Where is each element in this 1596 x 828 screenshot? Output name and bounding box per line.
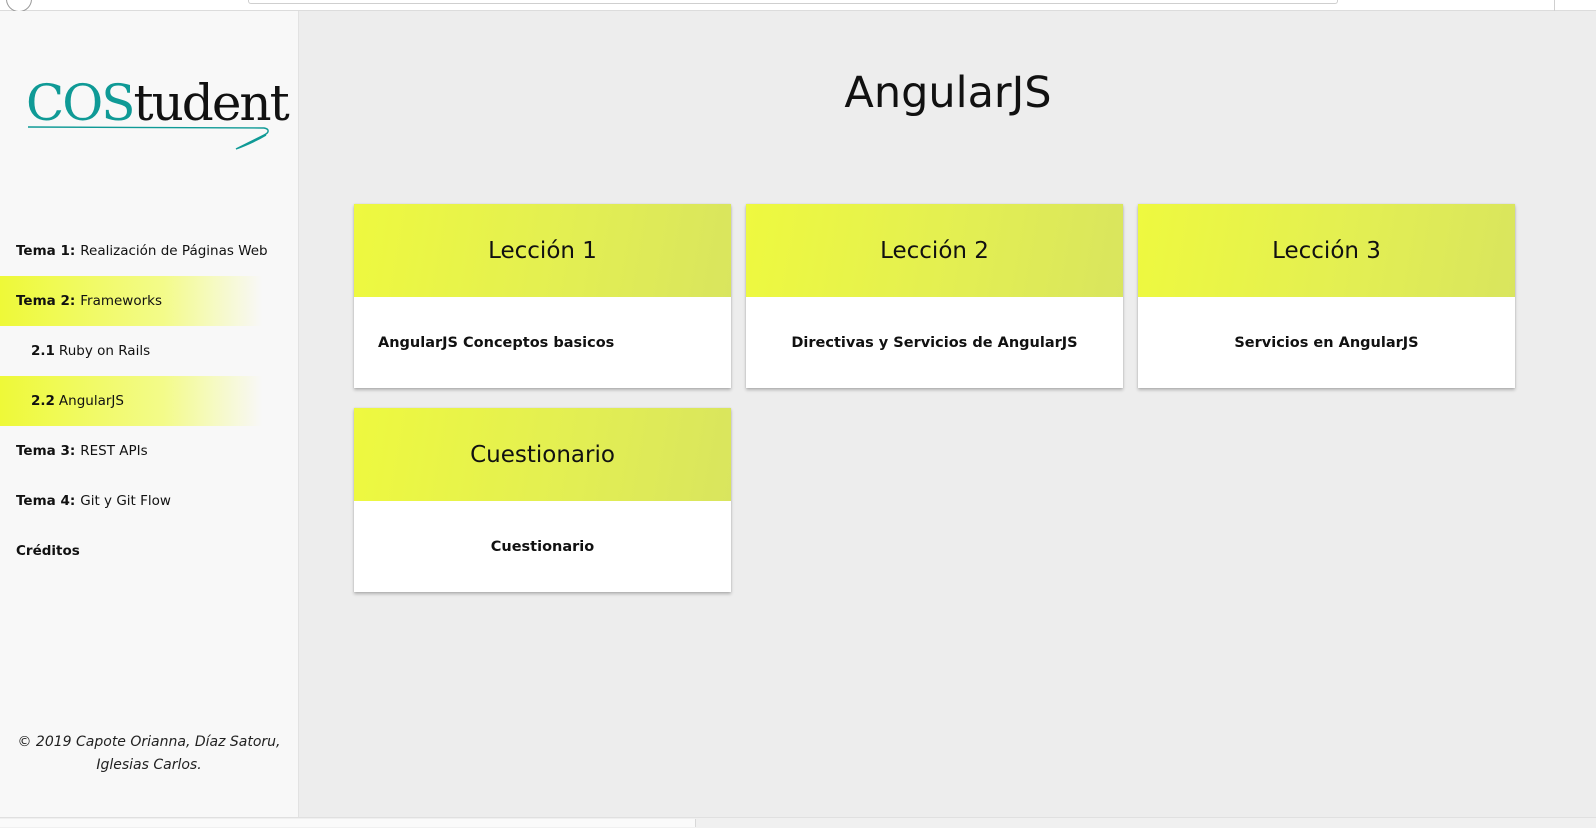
- nav-number: 2.2: [31, 393, 55, 409]
- nav-label: Créditos: [16, 543, 80, 559]
- sidebar-item-tema-4[interactable]: Tema 4: Git y Git Flow: [0, 476, 298, 526]
- card-body: Cuestionario: [490, 538, 595, 555]
- card-body: Servicios en AngularJS: [1234, 334, 1419, 351]
- costudent-logo[interactable]: COStudent: [26, 73, 290, 163]
- nav-separator: :: [69, 243, 76, 259]
- lesson-card-1[interactable]: Lección 1 AngularJS Conceptos basicos: [354, 204, 731, 388]
- logo-swoosh-icon: [27, 126, 269, 150]
- scrollbar-thumb[interactable]: [0, 819, 696, 827]
- sidebar-item-ruby-on-rails[interactable]: 2.1 Ruby on Rails: [0, 326, 298, 376]
- toolbar-separator: [1554, 0, 1555, 11]
- sidebar-item-angularjs[interactable]: 2.2 AngularJS: [0, 376, 298, 426]
- nav-label: Frameworks: [80, 293, 163, 309]
- sidebar: COStudent Tema 1: Realización de Páginas …: [0, 11, 299, 817]
- sidebar-item-tema-3[interactable]: Tema 3: REST APIs: [0, 426, 298, 476]
- card-header: Lección 3: [1138, 204, 1515, 297]
- horizontal-scrollbar[interactable]: [0, 817, 1596, 828]
- browser-top-bar: [0, 0, 1596, 12]
- nav-label: REST APIs: [80, 443, 148, 459]
- nav-label: Ruby on Rails: [58, 343, 151, 359]
- nav-separator: :: [69, 493, 76, 509]
- card-header: Lección 1: [354, 204, 731, 297]
- footer-credits-line-1: © 2019 Capote Orianna, Díaz Satoru,: [17, 734, 281, 750]
- sidebar-footer: © 2019 Capote Orianna, Díaz Satoru, Igle…: [0, 731, 298, 777]
- nav-number: Tema 2: [16, 293, 70, 309]
- card-body: Directivas y Servicios de AngularJS: [791, 334, 1078, 351]
- sidebar-item-creditos[interactable]: Créditos: [0, 526, 298, 576]
- footer-credits-line-2: Iglesias Carlos.: [96, 757, 202, 773]
- sidebar-item-tema-2[interactable]: Tema 2: Frameworks: [0, 276, 298, 326]
- nav-number: Tema 3: [16, 443, 70, 459]
- quiz-card[interactable]: Cuestionario Cuestionario: [354, 408, 731, 592]
- nav-label: AngularJS: [58, 393, 124, 409]
- nav-separator: :: [69, 443, 76, 459]
- nav-number: 2.1: [31, 343, 55, 359]
- address-bar[interactable]: [248, 0, 1338, 4]
- page-title: AngularJS: [844, 68, 1052, 118]
- nav-label: Git y Git Flow: [80, 493, 171, 509]
- nav-number: Tema 4: [16, 493, 70, 509]
- card-body: AngularJS Conceptos basicos: [378, 334, 615, 351]
- sidebar-item-tema-1[interactable]: Tema 1: Realización de Páginas Web: [0, 226, 298, 276]
- sidebar-nav: Tema 1: Realización de Páginas Web Tema 2…: [0, 226, 298, 576]
- lesson-card-3[interactable]: Lección 3 Servicios en AngularJS: [1138, 204, 1515, 388]
- card-header: Cuestionario: [354, 408, 731, 501]
- card-header: Lección 2: [746, 204, 1123, 297]
- nav-number: Tema 1: [16, 243, 70, 259]
- lesson-card-2[interactable]: Lección 2 Directivas y Servicios de Angu…: [746, 204, 1123, 388]
- nav-label: Realización de Páginas Web: [80, 243, 268, 259]
- nav-separator: :: [69, 293, 76, 309]
